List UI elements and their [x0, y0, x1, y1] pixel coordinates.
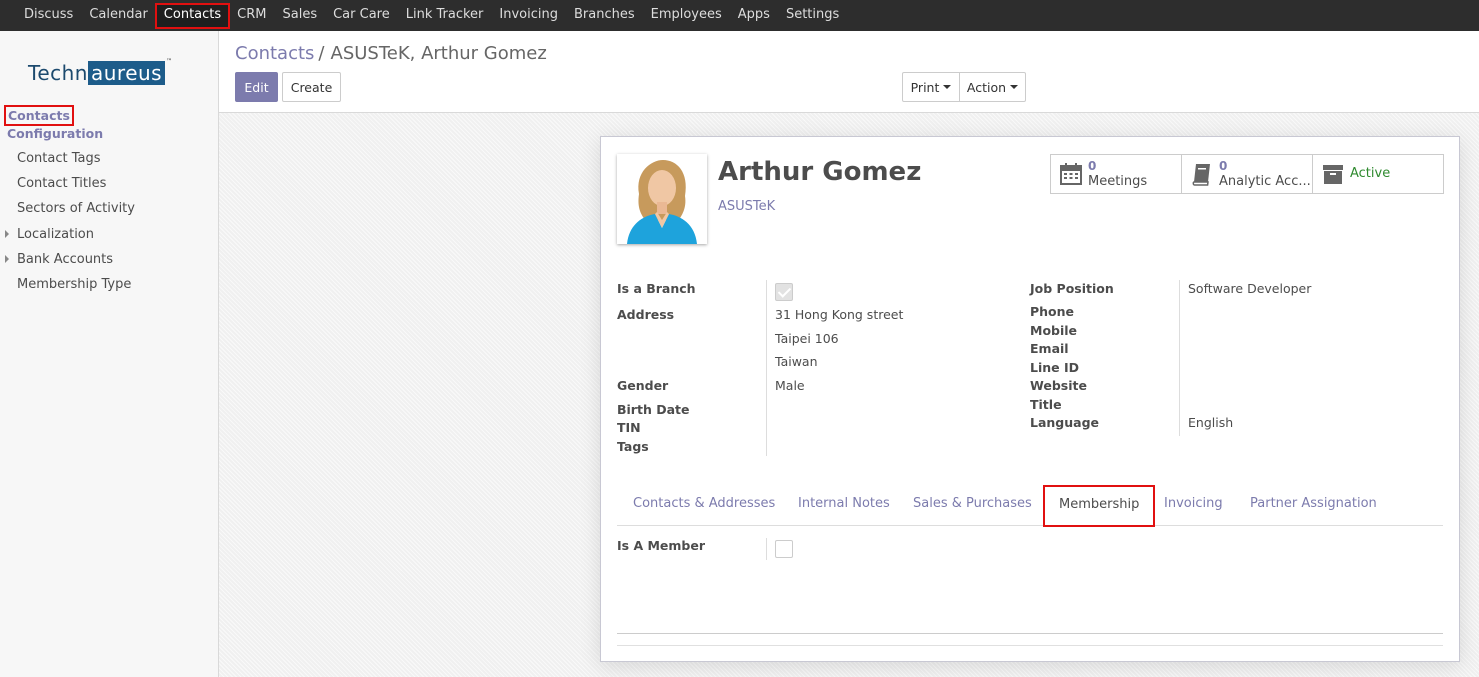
menu-calendar[interactable]: Calendar [81, 4, 155, 28]
action-label: Action [966, 79, 1007, 95]
gender-label: Gender [617, 378, 669, 393]
tags-label: Tags [617, 439, 649, 454]
language-label: Language [1030, 415, 1100, 430]
birth-date-label: Birth Date [617, 402, 690, 417]
menu-discuss[interactable]: Discuss [16, 4, 81, 28]
line-id-label: Line ID [1030, 360, 1080, 375]
menu-apps[interactable]: Apps [730, 4, 778, 28]
breadcrumb-current: ASUSTeK, Arthur Gomez [330, 43, 547, 64]
analytic-text: 0 Analytic Acc... [1219, 159, 1311, 189]
tab-partner-assignation[interactable]: Partner Assignation [1250, 496, 1377, 511]
menu-link-tracker[interactable]: Link Tracker [398, 4, 492, 28]
expand-caret-icon[interactable] [5, 230, 9, 238]
menu-car-care[interactable]: Car Care [325, 4, 398, 28]
address-label: Address [617, 307, 675, 322]
job-position-value: Software Developer [1188, 281, 1312, 296]
chevron-down-icon [1010, 85, 1019, 89]
book-icon [1192, 164, 1210, 186]
meetings-count: 0 [1088, 159, 1097, 173]
menu-sales[interactable]: Sales [274, 4, 325, 28]
calendar-icon [1060, 163, 1082, 185]
menu-crm[interactable]: CRM [229, 4, 274, 28]
meetings-smart-button[interactable]: 0 Meetings [1050, 154, 1182, 194]
active-status-label: Active [1350, 166, 1391, 181]
analytic-accounts-smart-button[interactable]: 0 Analytic Acc... [1181, 154, 1313, 194]
is-branch-checkbox[interactable] [775, 283, 793, 301]
menu-employees[interactable]: Employees [643, 4, 730, 28]
address-street: 31 Hong Kong street [775, 307, 904, 322]
contact-company-link[interactable]: ASUSTeK [718, 199, 775, 214]
contact-avatar[interactable] [617, 154, 707, 244]
gender-value: Male [775, 378, 805, 393]
archive-icon [1323, 165, 1343, 184]
job-position-label: Job Position [1030, 281, 1114, 296]
chevron-down-icon [943, 85, 952, 89]
meetings-label: Meetings [1088, 174, 1148, 189]
field-divider [1179, 280, 1180, 436]
tab-internal-notes[interactable]: Internal Notes [798, 496, 890, 511]
active-toggle-button[interactable]: Active [1312, 154, 1444, 194]
sidebar-item-contact-titles[interactable]: Contact Titles [17, 176, 106, 191]
print-label: Print [910, 79, 940, 95]
form-sheet: Arthur Gomez ASUSTeK 0 Meetings 0 Analyt… [600, 136, 1460, 662]
app-menu: Discuss Calendar Contacts CRM Sales Car … [16, 0, 847, 31]
sidebar-item-bank-accounts[interactable]: Bank Accounts [17, 252, 113, 267]
analytic-count: 0 [1219, 159, 1228, 173]
analytic-label: Analytic Acc... [1219, 174, 1311, 189]
chatter-divider [617, 645, 1443, 646]
edit-button[interactable]: Edit [235, 72, 278, 102]
person-photo-icon [617, 154, 707, 244]
meetings-text: 0 Meetings [1088, 159, 1147, 189]
notebook-tabs: Contacts & Addresses Internal Notes Sale… [617, 485, 1443, 527]
sidebar-item-sectors-of-activity[interactable]: Sectors of Activity [17, 201, 135, 216]
menu-branches[interactable]: Branches [566, 4, 643, 28]
sidebar-section-configuration: Configuration [7, 126, 104, 141]
breadcrumb-contacts-link[interactable]: Contacts [235, 43, 314, 64]
field-divider [766, 538, 767, 560]
language-value: English [1188, 415, 1234, 430]
chatter-divider [617, 633, 1443, 634]
email-label: Email [1030, 341, 1069, 356]
tab-contacts-addresses[interactable]: Contacts & Addresses [633, 496, 775, 511]
menu-contacts[interactable]: Contacts [154, 2, 231, 29]
address-city: Taipei 106 [775, 331, 839, 346]
tab-invoicing[interactable]: Invoicing [1164, 496, 1223, 511]
expand-caret-icon[interactable] [5, 255, 9, 263]
print-dropdown-button[interactable]: Print [902, 72, 960, 102]
top-navbar: Discuss Calendar Contacts CRM Sales Car … [0, 0, 1479, 31]
mobile-label: Mobile [1030, 323, 1078, 338]
create-button[interactable]: Create [282, 72, 341, 102]
website-label: Website [1030, 378, 1087, 393]
logo-trademark: ™ [166, 58, 173, 65]
menu-settings[interactable]: Settings [778, 4, 847, 28]
sidebar-item-contact-tags[interactable]: Contact Tags [17, 151, 101, 166]
address-country: Taiwan [775, 354, 818, 369]
field-divider [766, 280, 767, 456]
sidebar-item-membership-type[interactable]: Membership Type [17, 277, 131, 292]
logo-text-part1: Techn [28, 61, 88, 85]
company-logo: Techn aureus ™ [28, 58, 173, 88]
menu-invoicing[interactable]: Invoicing [491, 4, 566, 28]
tab-sales-purchases[interactable]: Sales & Purchases [913, 496, 1032, 511]
title-label: Title [1030, 397, 1062, 412]
tin-label: TIN [617, 420, 641, 435]
action-dropdown-button[interactable]: Action [959, 72, 1026, 102]
sidebar-item-localization[interactable]: Localization [17, 227, 94, 242]
sidebar-section-contacts[interactable]: Contacts [4, 105, 74, 126]
control-panel: Contacts / ASUSTeK, Arthur Gomez Edit Crea… [219, 31, 1479, 113]
tab-membership[interactable]: Membership [1042, 485, 1156, 527]
logo-text-part2: aureus [87, 61, 166, 85]
create-button-label: Create [290, 79, 333, 95]
phone-label: Phone [1030, 304, 1075, 319]
breadcrumb-separator: / [318, 43, 325, 64]
sidebar: Techn aureus ™ Contacts Configuration Cont… [0, 31, 219, 677]
contact-name: Arthur Gomez [718, 157, 922, 187]
edit-button-label: Edit [244, 79, 269, 95]
is-member-checkbox[interactable] [775, 540, 793, 558]
is-branch-label: Is a Branch [617, 281, 696, 296]
is-member-label: Is A Member [617, 538, 706, 553]
breadcrumb: Contacts / ASUSTeK, Arthur Gomez [235, 43, 547, 64]
